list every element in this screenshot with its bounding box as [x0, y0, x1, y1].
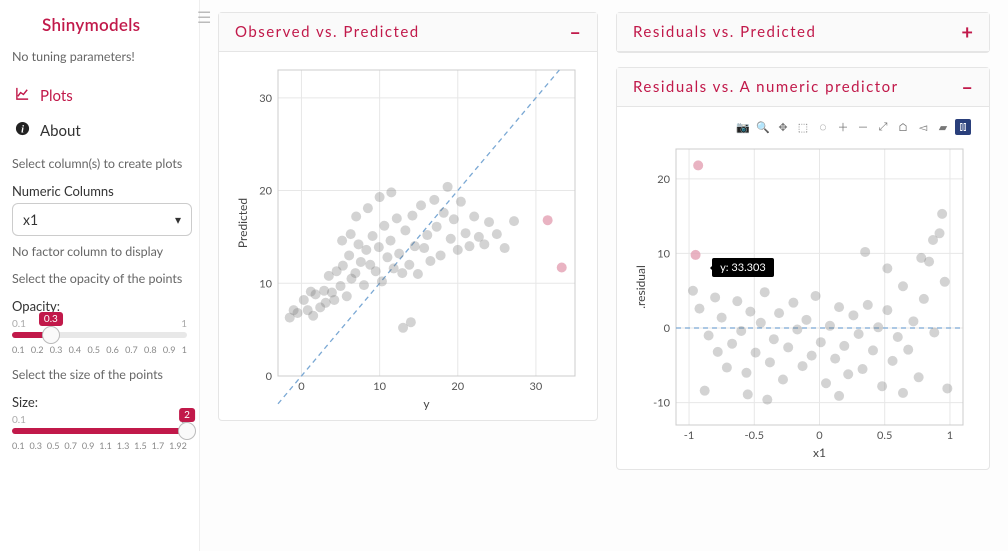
svg-text:-0.5: -0.5	[745, 429, 764, 442]
lasso-icon[interactable]: ◌	[815, 119, 831, 135]
hint-no-factor: No factor column to display	[12, 244, 187, 259]
pan-icon[interactable]: ✥	[775, 119, 791, 135]
nav-about[interactable]: i About	[12, 113, 187, 148]
info-icon: i	[14, 121, 30, 140]
svg-text:-10: -10	[653, 397, 670, 410]
slider-handle[interactable]	[178, 422, 196, 440]
svg-text:0: 0	[816, 429, 823, 442]
panel-title: Residuals vs. Predicted	[633, 23, 816, 41]
svg-text:30: 30	[259, 92, 272, 105]
box-select-icon[interactable]: ⬚	[795, 119, 811, 135]
panel-header[interactable]: Residuals vs. A numeric predictor –	[617, 68, 989, 107]
svg-text:Predicted: Predicted	[235, 198, 250, 248]
panel-title: Residuals vs. A numeric predictor	[633, 78, 899, 96]
svg-text:x1: x1	[813, 445, 826, 460]
plotly-logo-icon[interactable]: ⫾⫾	[955, 119, 971, 135]
slider-handle[interactable]	[42, 326, 60, 344]
svg-text:20: 20	[657, 173, 670, 186]
svg-text:20: 20	[451, 380, 464, 393]
nav-label: Plots	[40, 87, 73, 105]
svg-text:0: 0	[298, 380, 305, 393]
slider-ticks: 0.10.30.50.70.91.11.31.51.71.92	[12, 440, 187, 451]
expand-icon[interactable]: +	[961, 25, 973, 39]
svg-text:1: 1	[947, 429, 953, 442]
panel-res-num: Residuals vs. A numeric predictor – 📷 🔍 …	[616, 67, 990, 470]
svg-text:-1: -1	[684, 429, 694, 442]
slider-min: 0.1	[12, 318, 26, 330]
numeric-cols-label: Numeric Columns	[12, 183, 187, 199]
nav-plots[interactable]: Plots	[12, 78, 187, 113]
collapse-icon[interactable]: –	[961, 80, 973, 94]
spike-icon[interactable]: ◅	[915, 119, 931, 135]
reset-icon[interactable]: ⌂	[895, 119, 911, 135]
svg-text:20: 20	[259, 185, 272, 198]
slider-value: 0.3	[39, 312, 63, 326]
hint-size: Select the size of the points	[12, 367, 187, 382]
svg-text:10: 10	[373, 380, 386, 393]
opacity-slider[interactable]: 0.1 1 0.3 0.10.20.30.40.50.60.70.80.91	[12, 318, 187, 355]
zoom-icon[interactable]: 🔍	[755, 119, 771, 135]
main-content: ☰ Observed vs. Predicted – 0102030010203…	[200, 0, 1008, 551]
svg-text:.residual: .residual	[633, 265, 648, 309]
svg-text:0: 0	[664, 322, 671, 335]
menu-icon[interactable]: ☰	[197, 8, 211, 27]
svg-text:10: 10	[259, 277, 272, 290]
chart-line-icon	[14, 86, 30, 105]
panel-header[interactable]: Residuals vs. Predicted +	[617, 13, 989, 52]
size-label: Size:	[12, 394, 187, 410]
nav-label: About	[40, 122, 81, 140]
collapse-icon[interactable]: –	[569, 25, 581, 39]
hint-opacity: Select the opacity of the points	[12, 271, 187, 286]
svg-text:10: 10	[657, 247, 670, 260]
select-value: x1	[23, 211, 38, 228]
slider-min: 0.1	[12, 414, 26, 426]
zoom-in-icon[interactable]: ＋	[835, 119, 851, 135]
opacity-label: Opacity:	[12, 298, 187, 314]
plotly-toolbar: 📷 🔍 ✥ ⬚ ◌ ＋ － ⤢ ⌂ ◅ ▰ ⫾⫾	[631, 117, 975, 141]
slider-value: 2	[179, 408, 195, 422]
sidebar: Shinymodels No tuning parameters! Plots …	[0, 0, 200, 551]
hover-icon[interactable]: ▰	[935, 119, 951, 135]
app-title: Shinymodels	[42, 14, 187, 35]
panel-obs-pred: Observed vs. Predicted – 0 10 20 30 0 10 20 30 y…	[218, 12, 598, 421]
size-slider[interactable]: 0.1 2 2 0.10.30.50.70.91.11.31.51.71.92	[12, 414, 187, 451]
panel-res-pred: Residuals vs. Predicted +	[616, 12, 990, 53]
svg-text:i: i	[21, 124, 24, 135]
app-subtitle: No tuning parameters!	[12, 49, 187, 64]
caret-down-icon: ▾	[175, 212, 181, 227]
panel-header[interactable]: Observed vs. Predicted –	[219, 13, 597, 52]
hint-select-cols: Select column(s) to create plots	[12, 156, 187, 171]
svg-text:0: 0	[266, 370, 273, 383]
obs-pred-chart[interactable]: 0 10 20 30 0 10 20 30 y Predicted	[233, 62, 583, 412]
svg-text:y: y	[423, 396, 430, 411]
svg-text:30: 30	[530, 380, 543, 393]
zoom-out-icon[interactable]: －	[855, 119, 871, 135]
hover-tooltip: y: 33.303	[712, 258, 774, 277]
slider-max: 1	[181, 318, 187, 330]
slider-ticks: 0.10.20.30.40.50.60.70.80.91	[12, 344, 187, 355]
res-num-chart[interactable]: -1 -0.5 0 0.5 1 -10 0 10 20 x1 .residual y: 33.303	[631, 141, 971, 461]
numeric-cols-select[interactable]: x1 ▾	[12, 203, 192, 236]
panel-title: Observed vs. Predicted	[235, 23, 420, 41]
autoscale-icon[interactable]: ⤢	[875, 119, 891, 135]
camera-icon[interactable]: 📷	[735, 119, 751, 135]
svg-text:0.5: 0.5	[877, 429, 892, 442]
